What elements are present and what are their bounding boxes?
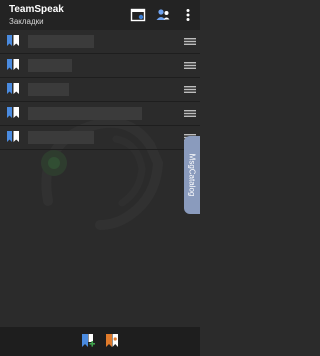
bookmark-name — [28, 131, 94, 144]
drag-handle-icon[interactable] — [184, 38, 196, 45]
app-title: TeamSpeak — [9, 4, 64, 15]
drag-handle-icon[interactable] — [184, 62, 196, 69]
bookmark-icon — [6, 106, 20, 120]
app-bar: TeamSpeak Закладки — [0, 0, 200, 30]
bookmark-icon — [6, 130, 20, 144]
bookmark-icon — [6, 58, 20, 72]
msgcatalog-label: MsgCatalog — [187, 153, 197, 197]
drag-handle-icon[interactable] — [184, 110, 196, 117]
bookmark-name — [28, 83, 69, 96]
history-icon[interactable] — [104, 333, 120, 349]
add-bookmark-icon[interactable] — [80, 333, 96, 349]
more-vert-icon[interactable] — [180, 7, 196, 23]
bookmark-row[interactable] — [0, 78, 200, 102]
bookmark-name — [28, 107, 142, 120]
bookmark-row[interactable] — [0, 102, 200, 126]
bookmark-row[interactable] — [0, 30, 200, 54]
connect-screen-icon[interactable] — [130, 7, 146, 23]
bookmark-icon — [6, 34, 20, 48]
bookmark-row[interactable] — [0, 54, 200, 78]
bottom-bar — [0, 327, 200, 356]
bookmark-row[interactable] — [0, 126, 200, 150]
contacts-icon[interactable] — [155, 7, 171, 23]
msgcatalog-side-tab[interactable]: MsgCatalog — [184, 136, 200, 214]
page-subtitle: Закладки — [9, 17, 44, 26]
drag-handle-icon[interactable] — [184, 86, 196, 93]
bookmark-name — [28, 59, 72, 72]
bookmark-list — [0, 30, 200, 150]
bookmark-name — [28, 35, 94, 48]
bookmark-icon — [6, 82, 20, 96]
